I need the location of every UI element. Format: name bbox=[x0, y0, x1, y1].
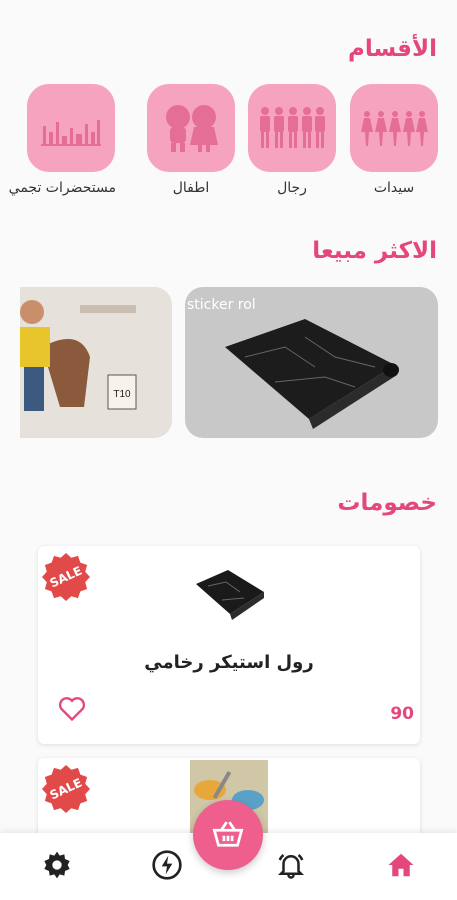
kids-icon bbox=[147, 84, 235, 172]
offers-icon[interactable] bbox=[150, 848, 184, 882]
men-group-icon bbox=[248, 84, 336, 172]
kids-clothing-model-image: T10 bbox=[20, 287, 172, 438]
cart-button[interactable] bbox=[193, 800, 263, 870]
home-icon[interactable] bbox=[384, 848, 418, 882]
marble-sticker-roll-image bbox=[196, 570, 264, 620]
best-selling-card[interactable]: T10 bbox=[20, 287, 172, 438]
category-label: سيدات bbox=[373, 180, 415, 196]
category-kids[interactable]: اطفال bbox=[146, 84, 236, 196]
category-label: مستحضرات تجمي bbox=[8, 180, 116, 196]
women-group-icon bbox=[350, 84, 438, 172]
discount-product-card[interactable]: SALE رول استيكر رخامي 90 bbox=[38, 546, 420, 744]
categories-title: الأقسام bbox=[348, 36, 437, 62]
product-title: رول استيكر رخامي bbox=[144, 652, 314, 673]
notifications-icon[interactable] bbox=[274, 848, 308, 882]
category-label: رجال bbox=[277, 180, 307, 196]
cart-icon bbox=[211, 818, 245, 852]
sale-badge: SALE bbox=[42, 765, 90, 813]
product-price: 90 bbox=[390, 704, 414, 724]
category-cosmetics[interactable]: مستحضرات تجمي bbox=[9, 84, 116, 196]
settings-icon[interactable] bbox=[40, 848, 74, 882]
svg-text:T10: T10 bbox=[113, 389, 131, 400]
category-men[interactable]: رجال bbox=[247, 84, 337, 196]
marble-sticker-roll-image bbox=[225, 319, 399, 429]
discounts-title: خصومات bbox=[337, 490, 437, 516]
favorite-heart-icon[interactable] bbox=[58, 696, 86, 726]
best-selling-title: الاكثر مبيعا bbox=[312, 238, 437, 264]
category-women[interactable]: سيدات bbox=[349, 84, 439, 196]
best-selling-card[interactable]: sticker rol bbox=[185, 287, 438, 438]
category-label: اطفال bbox=[172, 180, 210, 196]
cosmetics-icon bbox=[27, 84, 115, 172]
sale-badge: SALE bbox=[42, 553, 90, 601]
